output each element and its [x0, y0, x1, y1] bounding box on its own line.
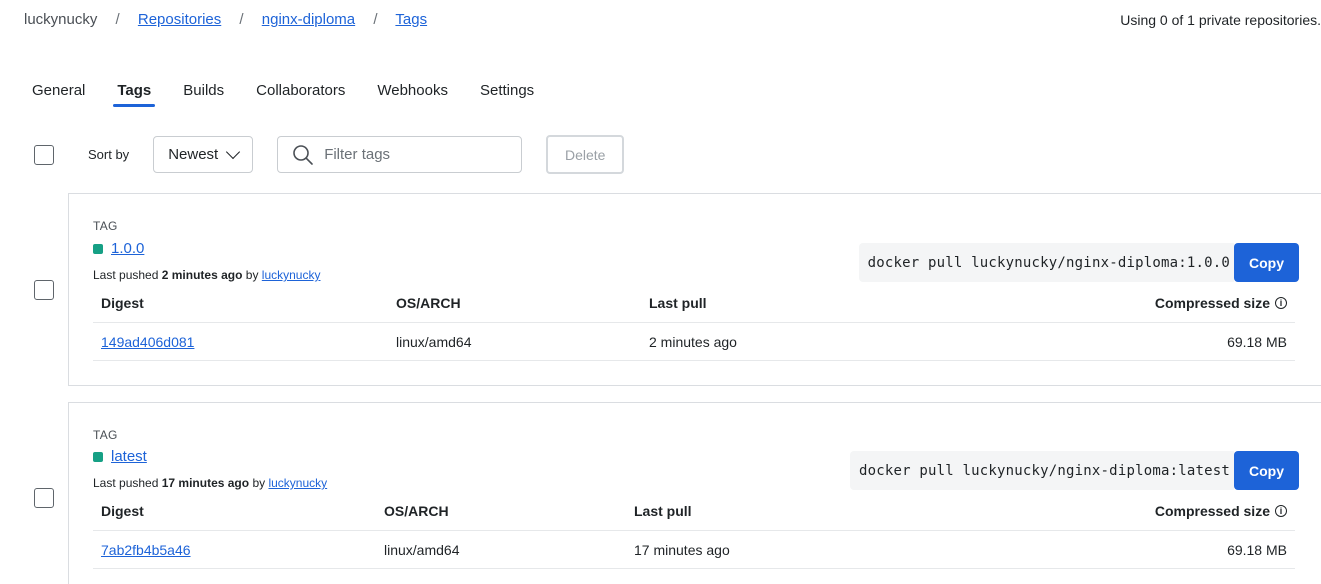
repo-tabs: General Tags Builds Collaborators Webhoo… — [32, 82, 566, 107]
os-arch-cell: linux/amd64 — [384, 541, 460, 558]
pull-command-box: docker pull luckynucky/nginx-diploma:lat… — [849, 451, 1299, 490]
size-cell: 69.18 MB — [1227, 541, 1287, 558]
filter-tags-field[interactable] — [277, 136, 523, 173]
pushed-by-prefix: by — [245, 268, 259, 282]
tag-name: 1.0.0 — [93, 240, 144, 257]
breadcrumb-repositories-link[interactable]: Repositories — [138, 11, 221, 28]
pushed-by-link[interactable]: luckynucky — [262, 268, 321, 282]
tag-label: TAG — [93, 428, 118, 442]
col-os-arch: OS/ARCH — [396, 294, 461, 311]
tag-label: TAG — [93, 219, 118, 233]
tags-toolbar: Sort by Newest Delete — [34, 135, 625, 174]
pushed-when: 17 minutes ago — [161, 476, 250, 490]
chevron-down-icon — [226, 144, 241, 160]
digest-cell: 7ab2fb4b5a46 — [101, 542, 384, 558]
tab-builds[interactable]: Builds — [183, 82, 224, 107]
tag-name-link[interactable]: 1.0.0 — [111, 240, 144, 257]
breadcrumb-separator: / — [115, 11, 120, 28]
tab-webhooks[interactable]: Webhooks — [377, 82, 448, 107]
pull-command[interactable]: docker pull luckynucky/nginx-diploma:lat… — [849, 451, 1234, 490]
copy-button[interactable]: Copy — [1234, 451, 1299, 490]
pushed-prefix: Last pushed — [93, 268, 159, 282]
table-header: Digest OS/ARCH Last pull Compressed size… — [93, 491, 1295, 531]
breadcrumb-repo-link[interactable]: nginx-diploma — [262, 11, 355, 28]
last-pushed: Last pushed 2 minutes ago by luckynucky — [93, 268, 320, 282]
digest-cell: 149ad406d081 — [101, 334, 396, 350]
tag-name-link[interactable]: latest — [111, 448, 147, 465]
breadcrumb: luckynucky / Repositories / nginx-diplom… — [24, 11, 427, 28]
tab-settings[interactable]: Settings — [480, 82, 534, 107]
tag-card: TAG 1.0.0 Last pushed 2 minutes ago by l… — [68, 193, 1321, 386]
breadcrumb-owner: luckynucky — [24, 11, 98, 28]
tab-general[interactable]: General — [32, 82, 85, 107]
tag-image-table: Digest OS/ARCH Last pull Compressed size… — [93, 491, 1295, 569]
search-icon — [293, 144, 313, 165]
tag-name: latest — [93, 448, 147, 465]
copy-button[interactable]: Copy — [1234, 243, 1299, 282]
pushed-when: 2 minutes ago — [161, 268, 243, 282]
delete-button[interactable]: Delete — [546, 135, 625, 174]
col-digest: Digest — [101, 502, 144, 519]
sort-label: Sort by — [88, 147, 130, 162]
pushed-by-prefix: by — [252, 476, 266, 490]
tag-row-checkbox[interactable] — [34, 488, 54, 508]
tag-card: TAG latest Last pushed 17 minutes ago by… — [68, 402, 1321, 584]
pull-command[interactable]: docker pull luckynucky/nginx-diploma:1.0… — [858, 243, 1234, 282]
digest-link[interactable]: 149ad406d081 — [101, 334, 194, 350]
table-header: Digest OS/ARCH Last pull Compressed size… — [93, 283, 1295, 323]
breadcrumb-separator: / — [373, 11, 378, 28]
pull-command-box: docker pull luckynucky/nginx-diploma:1.0… — [858, 243, 1299, 282]
pushed-by-link[interactable]: luckynucky — [268, 476, 327, 490]
last-pushed: Last pushed 17 minutes ago by luckynucky — [93, 476, 327, 490]
col-compressed-size: Compressed size i — [1155, 503, 1295, 519]
info-icon[interactable]: i — [1275, 504, 1287, 517]
col-compressed-size: Compressed size i — [1155, 295, 1295, 311]
private-repo-usage: Using 0 of 1 private repositories. — [1120, 12, 1321, 28]
status-dot-icon — [93, 451, 103, 462]
tag-row-checkbox[interactable] — [34, 280, 54, 300]
col-last-pull: Last pull — [649, 294, 707, 311]
breadcrumb-separator: / — [239, 11, 244, 28]
filter-tags-input[interactable] — [324, 146, 505, 163]
breadcrumb-tags-link[interactable]: Tags — [395, 11, 427, 28]
col-digest: Digest — [101, 294, 144, 311]
info-icon[interactable]: i — [1275, 296, 1287, 309]
last-pull-cell: 17 minutes ago — [634, 541, 730, 558]
tab-collaborators[interactable]: Collaborators — [256, 82, 345, 107]
size-cell: 69.18 MB — [1227, 333, 1287, 350]
col-compressed-size-label: Compressed size — [1154, 294, 1270, 311]
status-dot-icon — [93, 243, 103, 254]
os-arch-cell: linux/amd64 — [396, 333, 472, 350]
tag-image-table: Digest OS/ARCH Last pull Compressed size… — [93, 283, 1295, 361]
pushed-prefix: Last pushed — [93, 476, 159, 490]
table-row: 149ad406d081 linux/amd64 2 minutes ago 6… — [93, 323, 1295, 361]
tab-tags[interactable]: Tags — [113, 82, 156, 107]
col-last-pull: Last pull — [634, 502, 692, 519]
sort-select[interactable]: Newest — [153, 136, 254, 173]
sort-select-value: Newest — [168, 146, 219, 163]
table-row: 7ab2fb4b5a46 linux/amd64 17 minutes ago … — [93, 531, 1295, 569]
col-compressed-size-label: Compressed size — [1154, 502, 1270, 519]
col-os-arch: OS/ARCH — [384, 502, 449, 519]
select-all-checkbox[interactable] — [34, 144, 54, 165]
digest-link[interactable]: 7ab2fb4b5a46 — [101, 542, 191, 558]
last-pull-cell: 2 minutes ago — [649, 333, 737, 350]
